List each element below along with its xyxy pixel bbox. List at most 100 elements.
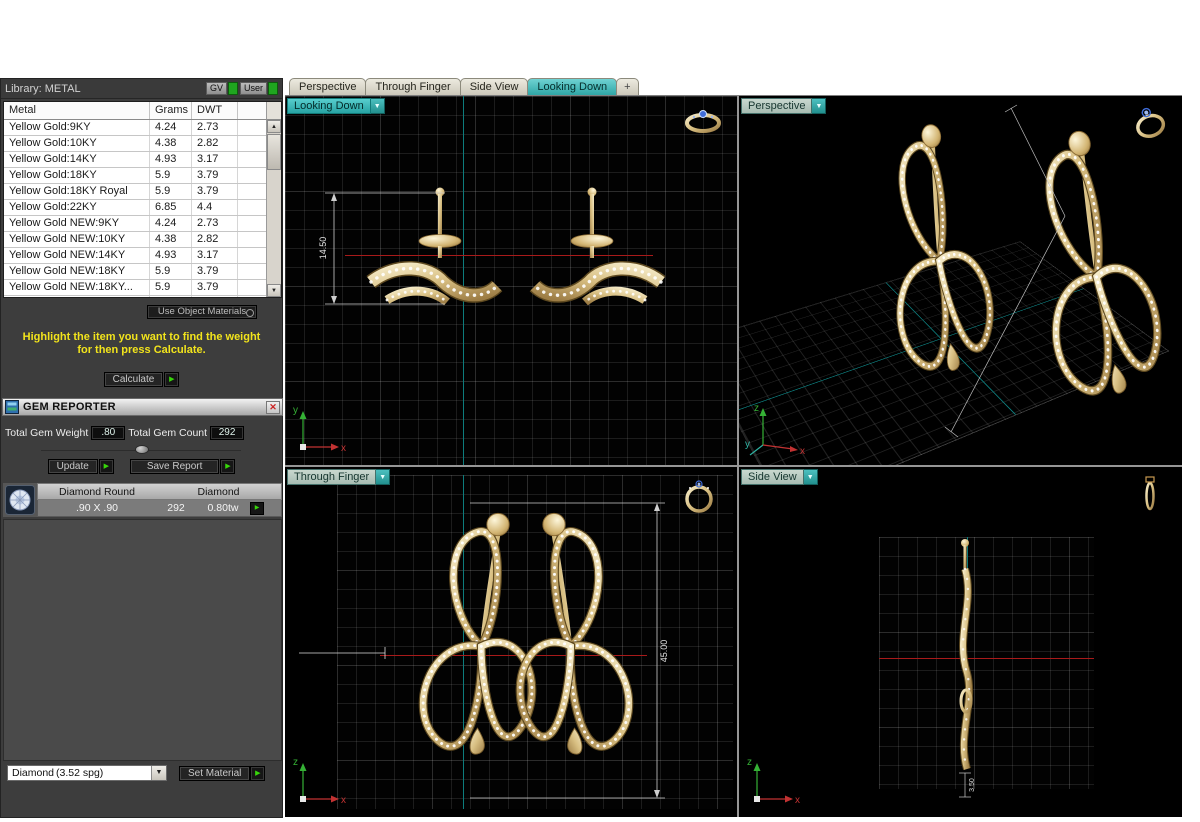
table-row[interactable]: Yellow Gold:22KY 6.85 4.4 [4, 200, 266, 216]
set-material-go-button[interactable]: ▶ [250, 765, 266, 781]
ring-front-view-icon [685, 480, 713, 513]
metal-name: Yellow Gold:18KY Royal [4, 184, 150, 199]
model-canvas-looking-down: 14.50 [318, 96, 737, 465]
material-selected: Diamond [12, 767, 55, 779]
table-row[interactable]: Yellow Gold NEW:18KY... 5.9 3.79 [4, 280, 266, 296]
tab-pan[interactable]: + [616, 78, 639, 95]
viewport-looking-down[interactable]: 14.50 y x Looking Down ▼ [285, 96, 737, 465]
library-header: Library: METAL GV User [1, 79, 282, 99]
viewport-tab-bar: Perspective Through Finger Side View Loo… [285, 78, 1182, 96]
metal-dwt: 4.4 [192, 296, 238, 297]
table-row[interactable]: Yellow Gold:18KY Royal 5.9 3.79 [4, 184, 266, 200]
gem-reporter-buttons: Update ▶ Save Report ▶ [1, 459, 282, 474]
metal-table-header: Metal Grams DWT [4, 102, 266, 120]
table-row[interactable]: Yellow Gold NEW:10KY 4.38 2.82 [4, 232, 266, 248]
tab-label: Looking Down [537, 81, 608, 93]
viewport-side-view[interactable]: 3.50 z x Side View ▼ [739, 467, 1182, 817]
user-button[interactable]: User [239, 82, 267, 95]
close-button[interactable]: ✕ [266, 400, 280, 414]
x-axis-label: x [341, 443, 346, 454]
y-axis-label: y [293, 405, 298, 416]
total-gem-count-value: 292 [210, 426, 245, 440]
dimension-label: 3.50 [969, 778, 976, 792]
save-report-button[interactable]: Save Report [129, 459, 220, 474]
update-go-button[interactable]: ▶ [98, 459, 114, 474]
tab-side-view[interactable]: Side View [459, 78, 529, 95]
save-report-go-button[interactable]: ▶ [220, 459, 236, 474]
ring-top-view-icon [685, 110, 721, 133]
viewport-label-text: Through Finger [287, 469, 377, 485]
metal-name: Yellow Gold NEW:22KY [4, 296, 150, 297]
gv-button[interactable]: GV [205, 82, 227, 95]
viewport-label-perspective[interactable]: Perspective ▼ [741, 98, 827, 114]
viewport-menu-arrow-icon[interactable]: ▼ [803, 469, 818, 485]
table-row[interactable]: Yellow Gold:9KY 4.24 2.73 [4, 120, 266, 136]
tab-label: Side View [469, 81, 519, 93]
tab-through-finger[interactable]: Through Finger [365, 78, 461, 95]
metal-name: Yellow Gold NEW:18KY... [4, 280, 150, 295]
col-metal[interactable]: Metal [4, 102, 150, 119]
calculate-row: Calculate ▶ [1, 372, 282, 387]
gv-indicator[interactable] [227, 82, 238, 95]
metal-name: Yellow Gold:18KY [4, 168, 150, 183]
scroll-thumb[interactable] [267, 134, 281, 170]
user-indicator[interactable] [268, 82, 278, 95]
calculate-button[interactable]: Calculate [103, 372, 164, 387]
tab-perspective[interactable]: Perspective [289, 78, 367, 95]
material-select[interactable]: Diamond (3.52 spg) ▼ [7, 765, 167, 781]
z-axis-label: z [747, 757, 752, 768]
update-button[interactable]: Update [47, 459, 98, 474]
dropdown-arrow-icon[interactable]: ▼ [151, 766, 166, 780]
viewport-menu-arrow-icon[interactable]: ▼ [812, 98, 827, 114]
viewport-menu-arrow-icon[interactable]: ▼ [370, 98, 385, 114]
x-axis-label: x [341, 795, 346, 806]
leader-line [299, 647, 386, 659]
x-axis-label: x [795, 795, 800, 806]
gem-reporter-titlebar[interactable]: GEM REPORTER ✕ [2, 398, 283, 416]
scroll-up-icon[interactable]: ▲ [267, 120, 281, 133]
axis-indicator: z x [293, 757, 346, 806]
tab-looking-down[interactable]: Looking Down [527, 78, 618, 95]
dimension-label: 14.50 [318, 237, 328, 260]
use-object-materials-button[interactable]: Use Object Materials [147, 305, 257, 319]
viewport-label-looking-down[interactable]: Looking Down ▼ [287, 98, 385, 114]
earring-front-left [423, 513, 532, 754]
gem-go-button[interactable]: ▶ [250, 501, 264, 515]
metal-table-scrollbar[interactable]: ▲ ▼ [266, 120, 281, 297]
gem-list[interactable]: Diamond Round Diamond .90 X .90 292 0.80… [3, 483, 282, 517]
table-row[interactable]: Yellow Gold NEW:18KY 5.9 3.79 [4, 264, 266, 280]
metal-grams: 6.85 [150, 200, 192, 215]
scroll-down-icon[interactable]: ▼ [267, 284, 281, 297]
y-axis-label: y [745, 439, 750, 450]
earring-perspective-right [1008, 124, 1172, 405]
metal-grams: 5.9 [150, 184, 192, 199]
table-row[interactable]: Yellow Gold NEW:9KY 4.24 2.73 [4, 216, 266, 232]
metal-dwt: 3.79 [192, 264, 238, 279]
table-row[interactable]: Yellow Gold NEW:14KY 4.93 3.17 [4, 248, 266, 264]
calculate-go-button[interactable]: ▶ [164, 372, 180, 387]
viewport-through-finger[interactable]: 45.00 z x Through Finger ▼ [285, 467, 737, 817]
col-grams[interactable]: Grams [150, 102, 192, 119]
gem-total-weight: 0.80tw [207, 502, 239, 514]
gem-type: Diamond [197, 486, 240, 498]
table-row[interactable]: Yellow Gold NEW:22KY6.854.4 [4, 296, 266, 297]
total-gem-weight-label: Total Gem Weight [5, 427, 89, 439]
gem-row[interactable]: Diamond Round Diamond .90 X .90 292 0.80… [37, 483, 282, 517]
col-dwt[interactable]: DWT [192, 102, 238, 119]
table-row[interactable]: Yellow Gold:10KY 4.38 2.82 [4, 136, 266, 152]
gem-reporter-title: GEM REPORTER [23, 401, 116, 413]
viewport-label-through-finger[interactable]: Through Finger ▼ [287, 469, 391, 485]
viewport-label-side-view[interactable]: Side View ▼ [741, 469, 818, 485]
table-row[interactable]: Yellow Gold:14KY 4.93 3.17 [4, 152, 266, 168]
collapse-handle[interactable] [134, 445, 149, 454]
table-row[interactable]: Yellow Gold:18KY 5.9 3.79 [4, 168, 266, 184]
earring-top-view-right [535, 188, 661, 303]
z-axis-label: z [293, 757, 298, 768]
metal-grams: 6.85 [150, 296, 192, 297]
gem-row-header: Diamond Round Diamond [37, 483, 282, 500]
set-material-button[interactable]: Set Material [179, 765, 251, 781]
viewport-perspective[interactable]: z y x Perspective ▼ [739, 96, 1182, 465]
viewport-grid: 14.50 y x Looking Down ▼ z y x Perspecti… [285, 96, 1182, 817]
viewport-menu-arrow-icon[interactable]: ▼ [376, 469, 391, 485]
material-bar: Diamond (3.52 spg) ▼ Set Material ▶ [1, 764, 282, 782]
